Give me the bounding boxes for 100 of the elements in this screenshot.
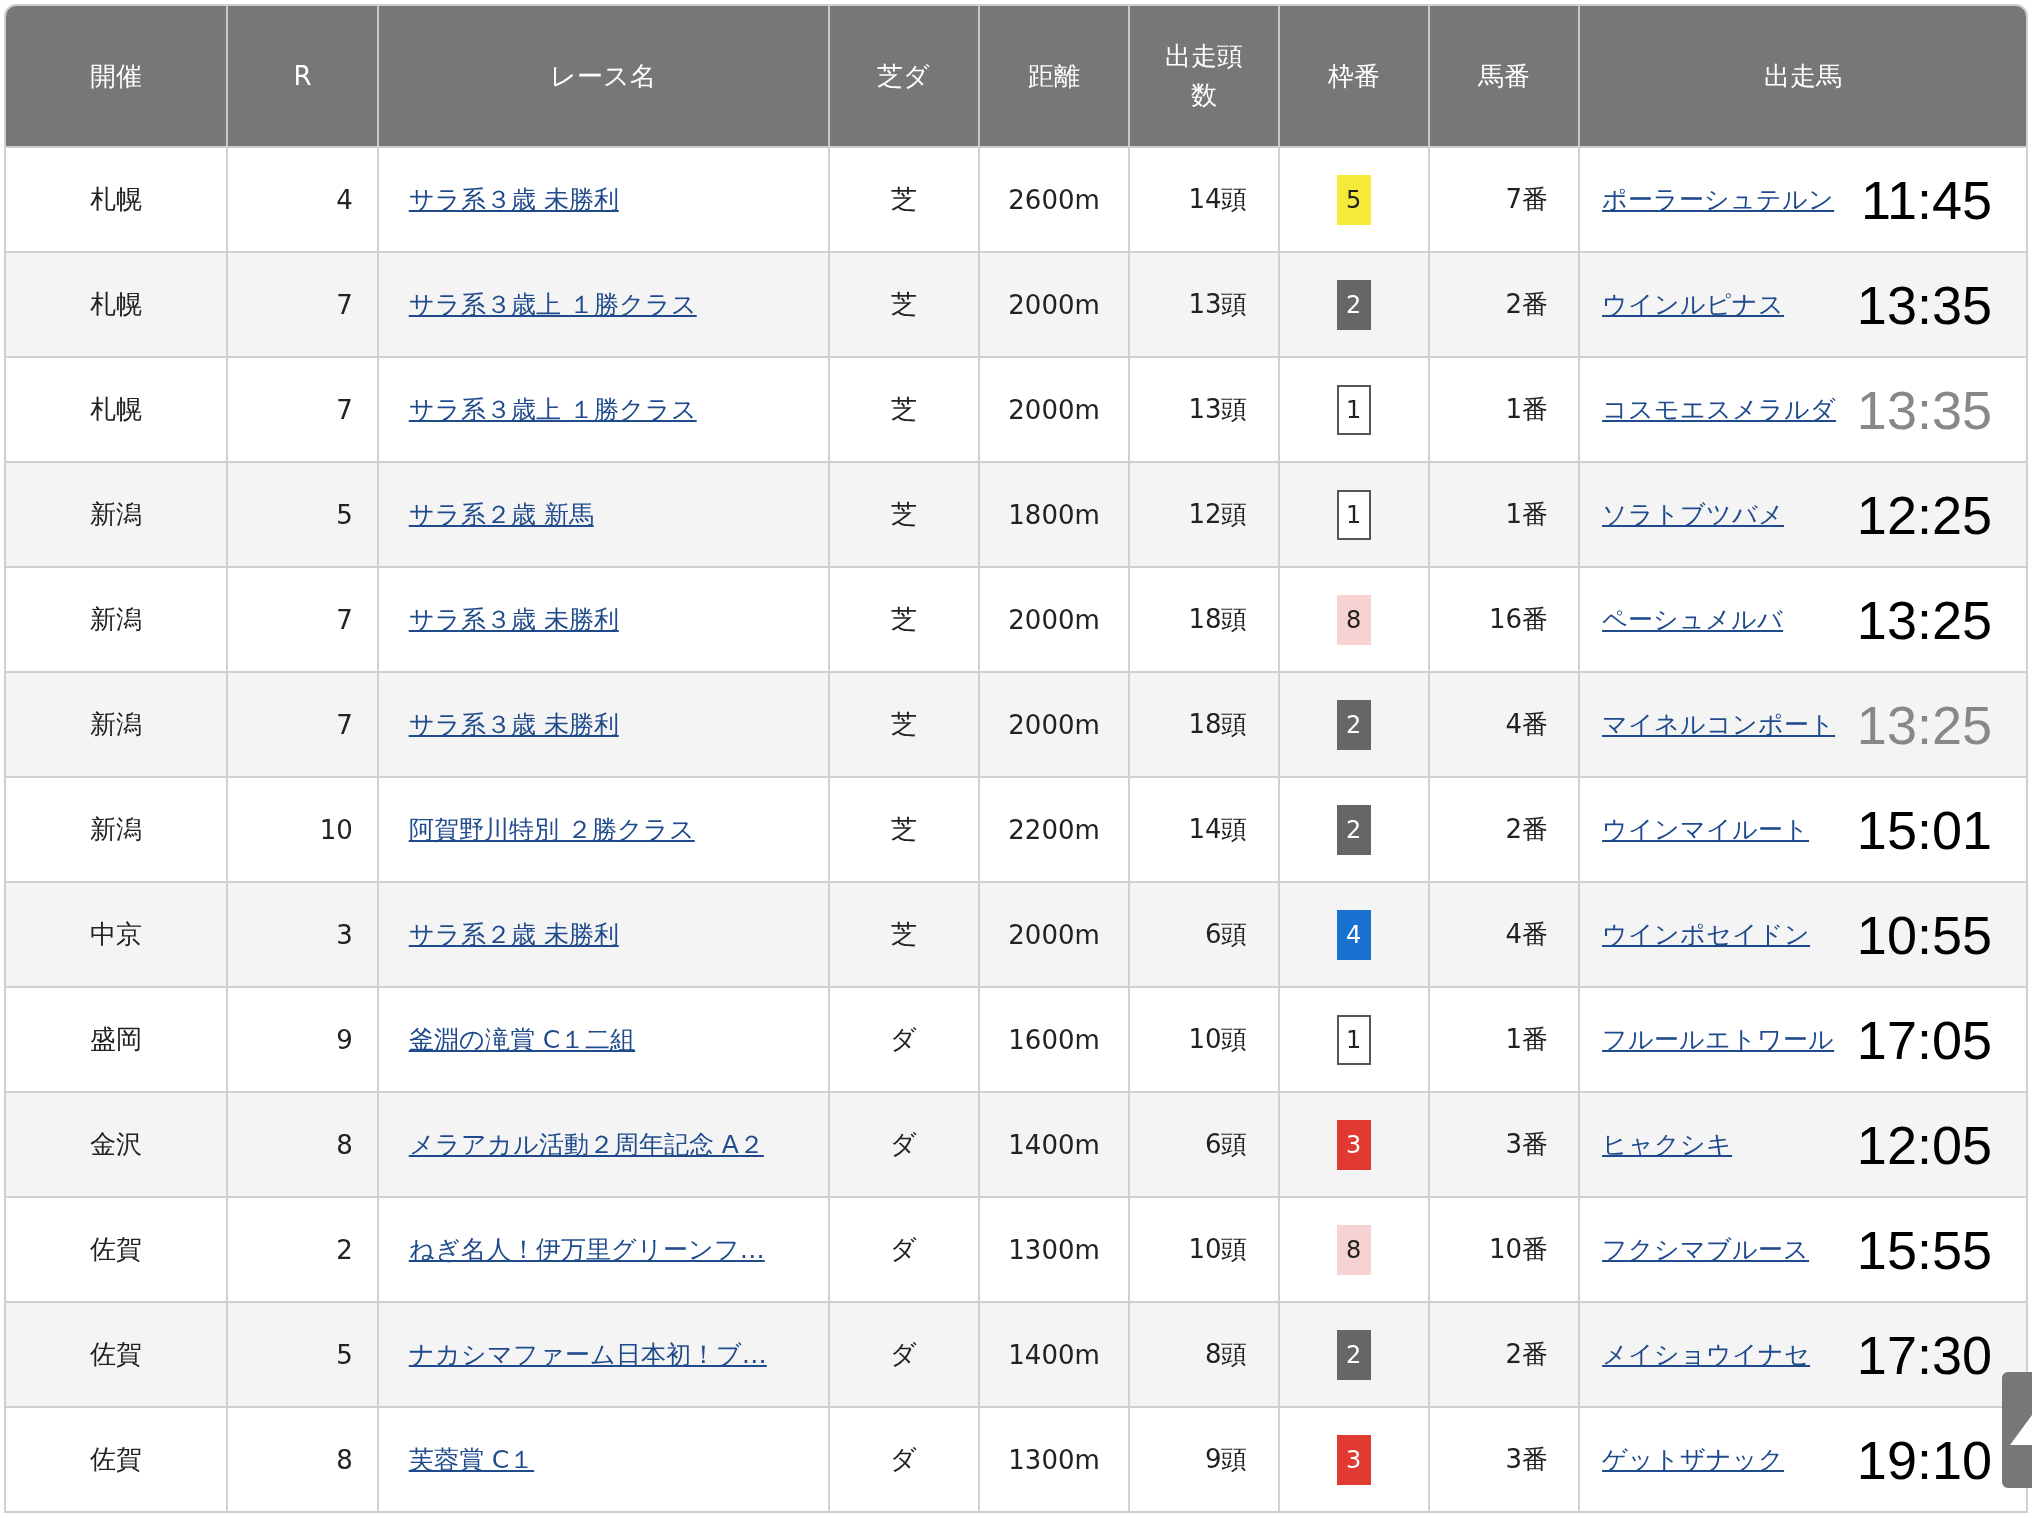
horse-name-link[interactable]: マイネルコンポート [1602,708,1836,741]
race-number-cell: 8 [228,1406,379,1511]
column-header: 枠番 [1279,6,1430,146]
race-name-link[interactable]: サラ系２歳 新馬 [408,500,594,529]
race-name-link[interactable]: 芙蓉賞 C１ [408,1445,535,1474]
race-name-link[interactable]: 釜淵の滝賞 C１二組 [408,1025,636,1054]
distance-cell: 1600m [979,986,1131,1091]
column-header: レース名 [378,6,830,146]
horse-name-link[interactable]: ポーラーシュテルン [1602,183,1835,216]
venue-cell: 新潟 [6,566,229,671]
frame-number-badge: 2 [1336,804,1371,855]
frame-number-badge: 8 [1336,594,1371,645]
frame-number-badge: 3 [1336,1434,1371,1485]
race-number-cell: 10 [228,776,379,881]
horse-number-cell: 3番 [1429,1091,1581,1196]
distance-cell: 2000m [979,881,1131,986]
frame-number-badge: 2 [1336,1329,1371,1380]
runners-cell: 13頭 [1130,251,1280,356]
horse-number-cell: 4番 [1429,881,1581,986]
horse-number-cell: 16番 [1429,566,1581,671]
distance-cell: 2000m [979,251,1131,356]
frame-number-badge: 1 [1336,384,1371,435]
post-time: 12:05 [1856,1117,1992,1172]
venue-cell: 新潟 [6,776,229,881]
horse-number-cell: 2番 [1429,251,1581,356]
distance-cell: 2200m [979,776,1131,881]
surface-cell: 芝 [829,881,980,986]
horse-name-link[interactable]: メイショウイナセ [1602,1338,1811,1371]
runners-cell: 6頭 [1130,1091,1280,1196]
race-number-cell: 3 [228,881,379,986]
post-time: 13:35 [1856,382,1992,437]
race-name-link[interactable]: ねぎ名人！伊万里グリーンフ… [408,1235,765,1264]
scroll-top-button[interactable] [2002,1372,2032,1488]
race-name-link[interactable]: ナカシマファーム日本初！ブ… [408,1340,767,1369]
runners-cell: 13頭 [1130,356,1280,461]
distance-cell: 2600m [979,146,1131,251]
column-header: 距離 [979,6,1131,146]
horse-number-cell: 2番 [1429,1301,1581,1406]
horse-number-cell: 3番 [1429,1406,1581,1511]
runners-cell: 14頭 [1130,776,1280,881]
distance-cell: 2000m [979,356,1131,461]
runners-cell: 10頭 [1130,1196,1280,1301]
post-time: 13:25 [1856,592,1992,647]
surface-cell: ダ [829,1301,980,1406]
venue-cell: 札幌 [6,251,229,356]
race-name-link[interactable]: サラ系３歳 未勝利 [408,185,619,214]
horse-name-link[interactable]: ウインマイルート [1602,813,1810,846]
venue-cell: 札幌 [6,146,229,251]
horse-number-cell: 4番 [1429,671,1581,776]
post-time: 11:45 [1860,172,1992,227]
venue-cell: 佐賀 [6,1406,229,1511]
frame-number-badge: 3 [1336,1119,1371,1170]
column-header: 開催 [6,6,229,146]
race-number-cell: 4 [228,146,379,251]
post-time: 17:05 [1856,1012,1992,1067]
frame-number-badge: 1 [1336,489,1371,540]
race-name-link[interactable]: サラ系３歳上 １勝クラス [408,395,697,424]
distance-cell: 1300m [979,1406,1131,1511]
horse-name-link[interactable]: フルールエトワール [1602,1023,1835,1056]
horse-name-link[interactable]: フクシマブルース [1602,1233,1810,1266]
column-header: 出走頭数 [1130,6,1280,146]
race-number-cell: 2 [228,1196,379,1301]
race-name-link[interactable]: メラアカル活動２周年記念 A２ [408,1130,764,1159]
horse-name-link[interactable]: ゲットザナック [1602,1443,1785,1476]
race-name-link[interactable]: サラ系３歳 未勝利 [408,605,619,634]
horse-name-link[interactable]: ウインルピナス [1602,288,1785,321]
venue-cell: 中京 [6,881,229,986]
race-name-link[interactable]: サラ系３歳上 １勝クラス [408,290,697,319]
horse-name-link[interactable]: ヒャクシキ [1602,1128,1733,1161]
race-number-cell: 7 [228,671,379,776]
race-number-cell: 7 [228,251,379,356]
race-name-link[interactable]: 阿賀野川特別 ２勝クラス [408,815,695,844]
runners-cell: 12頭 [1130,461,1280,566]
surface-cell: 芝 [829,356,980,461]
horse-name-link[interactable]: ペーシュメルバ [1602,603,1784,636]
horse-name-link[interactable]: ウインポセイドン [1602,918,1811,951]
race-name-link[interactable]: サラ系２歳 未勝利 [408,920,619,949]
surface-cell: 芝 [829,776,980,881]
runners-cell: 10頭 [1130,986,1280,1091]
distance-cell: 1300m [979,1196,1131,1301]
surface-cell: 芝 [829,671,980,776]
runners-cell: 8頭 [1130,1301,1280,1406]
runners-cell: 6頭 [1130,881,1280,986]
venue-cell: 盛岡 [6,986,229,1091]
race-name-link[interactable]: サラ系３歳 未勝利 [408,710,619,739]
horse-name-link[interactable]: ソラトブツバメ [1602,498,1785,531]
horse-name-link[interactable]: コスモエスメラルダ [1602,393,1837,426]
column-header: 出走馬 [1580,6,2026,146]
post-time: 13:35 [1856,277,1992,332]
column-header: 馬番 [1429,6,1581,146]
race-number-cell: 8 [228,1091,379,1196]
surface-cell: ダ [829,1406,980,1511]
surface-cell: ダ [829,1091,980,1196]
column-header: 芝ダ [829,6,980,146]
post-time: 13:25 [1856,697,1992,752]
runners-cell: 18頭 [1130,566,1280,671]
race-number-cell: 7 [228,356,379,461]
post-time: 10:55 [1856,907,1992,962]
horse-number-cell: 1番 [1429,356,1581,461]
post-time: 17:30 [1856,1327,1992,1382]
